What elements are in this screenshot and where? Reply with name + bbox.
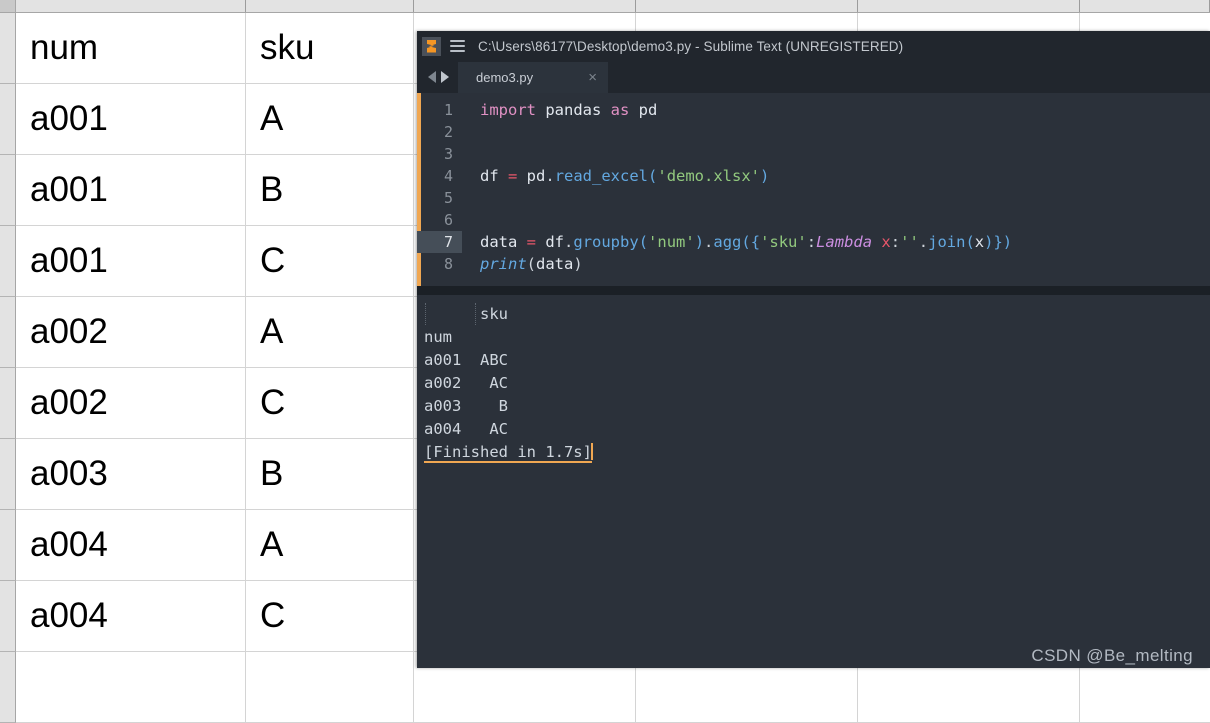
code-line-1[interactable]: 1 import pandas as pd bbox=[417, 99, 1210, 121]
arrow-right-icon[interactable] bbox=[441, 71, 449, 83]
excel-row-header[interactable] bbox=[0, 581, 16, 652]
excel-cell-sku[interactable]: sku bbox=[246, 13, 414, 83]
line-number: 7 bbox=[417, 231, 462, 253]
sublime-logo-icon bbox=[422, 36, 441, 56]
excel-column-header-a[interactable] bbox=[16, 0, 246, 12]
window-title: C:\Users\86177\Desktop\demo3.py - Sublim… bbox=[478, 38, 904, 54]
excel-row-header[interactable] bbox=[0, 439, 16, 510]
console-line: a003 B bbox=[424, 397, 508, 415]
excel-row-header[interactable] bbox=[0, 368, 16, 439]
line-number: 5 bbox=[443, 189, 453, 207]
arrow-left-icon[interactable] bbox=[428, 71, 436, 83]
close-icon[interactable]: × bbox=[588, 70, 597, 85]
code-line-2[interactable]: 2 bbox=[417, 121, 1210, 143]
excel-column-header-d[interactable] bbox=[636, 0, 858, 12]
console-line: a002 AC bbox=[424, 374, 508, 392]
excel-cell-num[interactable]: a004 bbox=[16, 510, 246, 580]
line-number: 3 bbox=[443, 145, 453, 163]
console-line: a001 ABC bbox=[424, 351, 508, 369]
excel-cell-sku[interactable]: A bbox=[246, 84, 414, 154]
code-text[interactable]: print(data) bbox=[462, 253, 1210, 275]
line-number: 8 bbox=[443, 255, 453, 273]
code-text[interactable]: df = pd.read_excel('demo.xlsx') bbox=[462, 165, 1210, 187]
excel-column-header-row bbox=[0, 0, 1210, 13]
excel-cell-sku[interactable]: C bbox=[246, 226, 414, 296]
text-caret bbox=[590, 443, 593, 460]
watermark: CSDN @Be_melting bbox=[1031, 646, 1193, 665]
excel-column-header-b[interactable] bbox=[246, 0, 414, 12]
line-number: 2 bbox=[443, 123, 453, 141]
window-title-bar[interactable]: C:\Users\86177\Desktop\demo3.py - Sublim… bbox=[417, 31, 1210, 61]
tab-demo3-py[interactable]: demo3.py × bbox=[458, 62, 608, 93]
excel-row-header[interactable] bbox=[0, 510, 16, 581]
code-lines: 1 import pandas as pd 2 3 4 df = pd.read… bbox=[417, 93, 1210, 275]
excel-row-header[interactable] bbox=[0, 84, 16, 155]
code-editor-pane[interactable]: 1 import pandas as pd 2 3 4 df = pd.read… bbox=[417, 93, 1210, 286]
excel-cell-num[interactable]: a003 bbox=[16, 439, 246, 509]
console-line: num bbox=[424, 328, 452, 346]
excel-cell-num[interactable]: a001 bbox=[16, 226, 246, 296]
excel-row-header[interactable] bbox=[0, 297, 16, 368]
code-text[interactable]: data = df.groupby('num').agg({'sku':Lamb… bbox=[462, 231, 1210, 253]
console-line: a004 AC bbox=[424, 420, 508, 438]
sublime-text-window[interactable]: C:\Users\86177\Desktop\demo3.py - Sublim… bbox=[417, 31, 1210, 668]
excel-row-header[interactable] bbox=[0, 652, 16, 723]
excel-select-all-corner[interactable] bbox=[0, 0, 16, 12]
excel-cell-empty[interactable] bbox=[246, 652, 414, 722]
excel-cell-empty[interactable] bbox=[16, 652, 246, 722]
code-line-3[interactable]: 3 bbox=[417, 143, 1210, 165]
code-text[interactable]: import pandas as pd bbox=[462, 99, 1210, 121]
excel-cell-num[interactable]: a002 bbox=[16, 368, 246, 438]
build-status-text: [Finished in 1.7s] bbox=[424, 443, 592, 463]
build-status-line: [Finished in 1.7s] bbox=[417, 441, 1210, 464]
excel-row-header[interactable] bbox=[0, 155, 16, 226]
tab-bar[interactable]: demo3.py × bbox=[417, 61, 1210, 93]
excel-cell-num[interactable]: a001 bbox=[16, 155, 246, 225]
excel-cell-num[interactable]: a004 bbox=[16, 581, 246, 651]
excel-row-header[interactable] bbox=[0, 226, 16, 297]
code-line-5[interactable]: 5 bbox=[417, 187, 1210, 209]
hamburger-menu-icon[interactable] bbox=[450, 40, 465, 52]
code-line-7[interactable]: 7 data = df.groupby('num').agg({'sku':La… bbox=[417, 231, 1210, 253]
excel-cell-sku[interactable]: B bbox=[246, 439, 414, 509]
tab-nav-arrows[interactable] bbox=[425, 61, 458, 93]
code-line-6[interactable]: 6 bbox=[417, 209, 1210, 231]
excel-cell-num[interactable]: a001 bbox=[16, 84, 246, 154]
excel-cell-sku[interactable]: A bbox=[246, 297, 414, 367]
code-line-8[interactable]: 8 print(data) bbox=[417, 253, 1210, 275]
console-line: sku bbox=[424, 305, 508, 323]
excel-column-header-f[interactable] bbox=[1080, 0, 1210, 12]
build-output-console[interactable]: sku num a001 ABC a002 AC a003 B a004 AC … bbox=[417, 295, 1210, 668]
line-number: 6 bbox=[443, 211, 453, 229]
tab-label: demo3.py bbox=[476, 70, 534, 85]
excel-cell-num[interactable]: num bbox=[16, 13, 246, 83]
excel-cell-num[interactable]: a002 bbox=[16, 297, 246, 367]
line-number: 1 bbox=[443, 101, 453, 119]
code-line-4[interactable]: 4 df = pd.read_excel('demo.xlsx') bbox=[417, 165, 1210, 187]
excel-cell-sku[interactable]: A bbox=[246, 510, 414, 580]
excel-column-header-c[interactable] bbox=[414, 0, 636, 12]
excel-cell-sku[interactable]: B bbox=[246, 155, 414, 225]
excel-row-header[interactable] bbox=[0, 13, 16, 84]
excel-cell-sku[interactable]: C bbox=[246, 581, 414, 651]
pane-divider[interactable] bbox=[417, 286, 1210, 295]
excel-column-header-e[interactable] bbox=[858, 0, 1080, 12]
line-number: 4 bbox=[443, 167, 453, 185]
excel-cell-sku[interactable]: C bbox=[246, 368, 414, 438]
